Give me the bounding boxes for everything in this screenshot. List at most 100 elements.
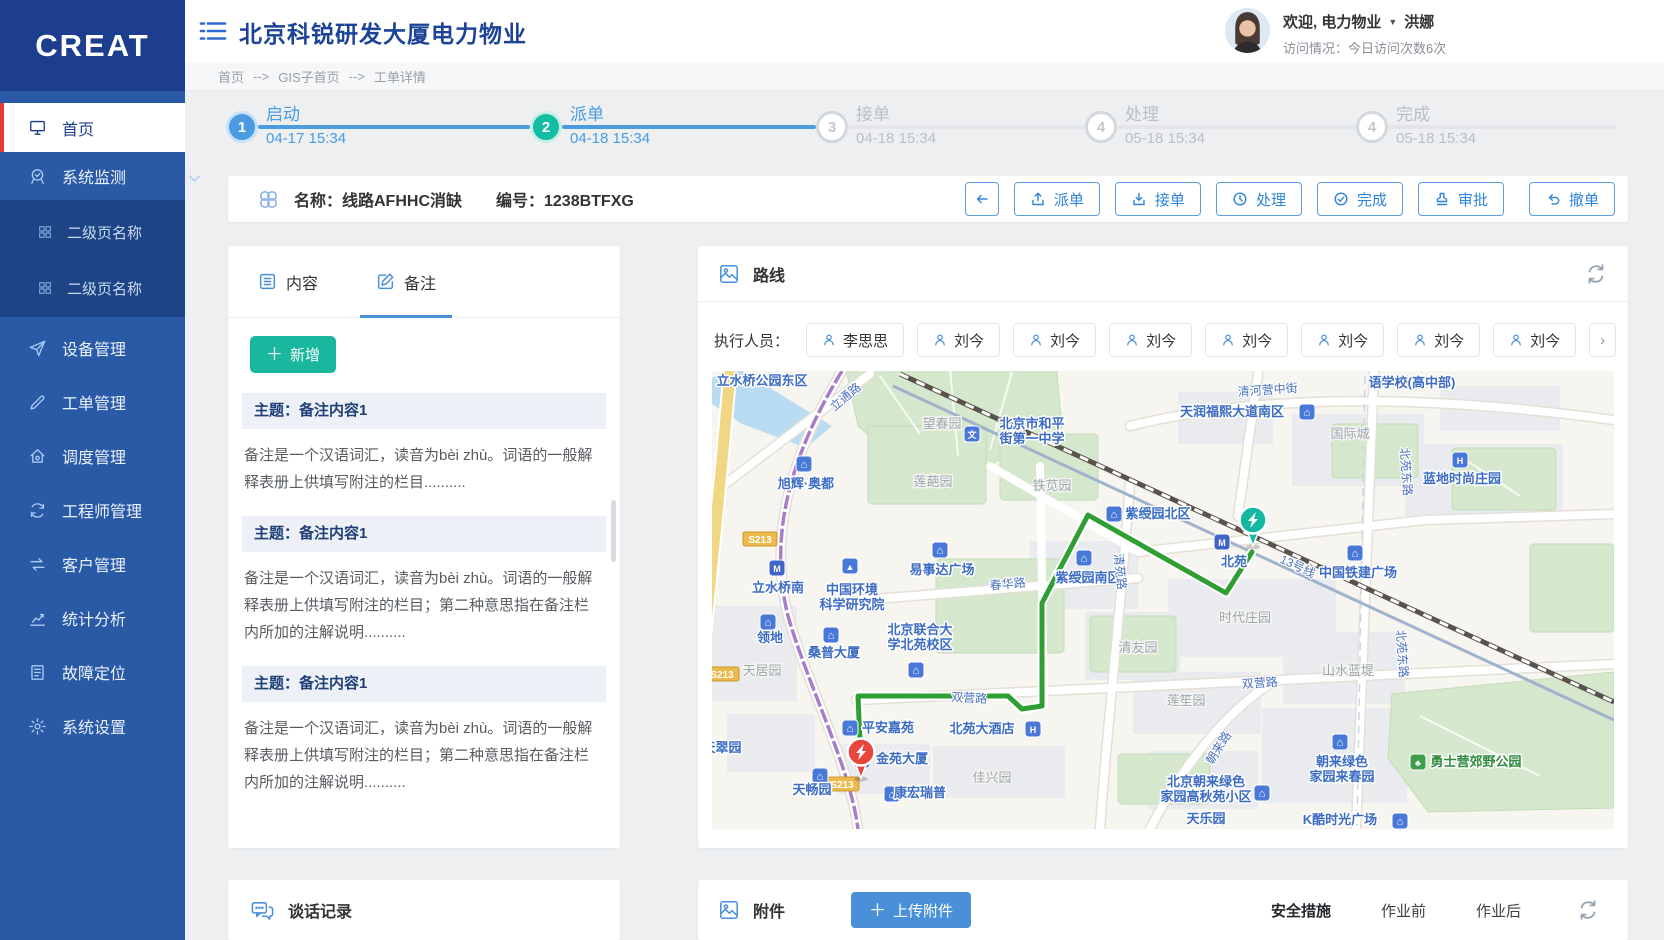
sidebar-item-engineer[interactable]: 工程师管理 xyxy=(0,488,185,532)
svg-text:桑普大厦: 桑普大厦 xyxy=(807,645,861,660)
note-topic: 主题：备注内容1 xyxy=(242,516,606,552)
step-circle-5: 4 xyxy=(1356,111,1388,143)
tab-remark[interactable]: 备注 xyxy=(376,246,436,317)
workorder-name: 名称：线路AFHHC消缺 xyxy=(294,187,462,211)
sidebar-item-fault[interactable]: 故障定位 xyxy=(0,650,185,694)
svg-text:S213: S213 xyxy=(830,780,854,791)
map-label: 春华路 xyxy=(989,574,1026,592)
svg-text:S213: S213 xyxy=(748,535,772,546)
route-title: 路线 xyxy=(753,262,785,286)
menu-toggle-icon[interactable] xyxy=(199,19,227,43)
svg-text:易事达广场: 易事达广场 xyxy=(909,562,974,577)
logo[interactable]: CREAT xyxy=(0,0,185,91)
sidebar-subitem[interactable]: 二级页名称 xyxy=(0,262,185,314)
breadcrumb-separator: --> xyxy=(253,69,269,84)
accept-button[interactable]: 接单 xyxy=(1115,182,1201,216)
breadcrumb-item[interactable]: 工单详情 xyxy=(374,67,426,86)
executor-chip[interactable]: 刘今 xyxy=(1109,323,1192,357)
chevron-down-icon[interactable]: ▼ xyxy=(1388,17,1397,27)
svg-text:S213: S213 xyxy=(712,670,734,681)
map-canvas[interactable]: S213S213S213立水桥公园东区立通路望春园文北京市和平街第一中学⌂旭辉·… xyxy=(712,371,1614,829)
refresh-icon[interactable] xyxy=(1584,262,1608,286)
note-body: 备注是一个汉语词汇，读音为bèi zhù。词语的一般解释表册上供填写附注的栏目.… xyxy=(244,442,600,496)
breadcrumb-item[interactable]: 首页 xyxy=(218,67,244,86)
sidebar-item-workorder[interactable]: 工单管理 xyxy=(0,380,185,424)
add-note-button[interactable]: ＋ 新增 xyxy=(250,336,336,373)
talk-record-card: 谈话记录 xyxy=(228,880,620,940)
executor-chip[interactable]: 刘今 xyxy=(917,323,1000,357)
map-label: 国际城 xyxy=(1330,426,1369,441)
executor-chip[interactable]: 刘今 xyxy=(1205,323,1288,357)
user-name: 洪娜 xyxy=(1404,11,1434,32)
avatar[interactable] xyxy=(1225,8,1270,53)
executor-chip[interactable]: 李思思 xyxy=(806,323,904,357)
tab-content[interactable]: 内容 xyxy=(258,246,318,317)
map-label: 立水桥公园东区 xyxy=(716,373,807,388)
map-label: 双营路 xyxy=(1241,674,1278,691)
approve-button[interactable]: 审批 xyxy=(1418,182,1504,216)
svg-text:双营路: 双营路 xyxy=(1241,674,1278,691)
workorder-header-card: 名称：线路AFHHC消缺 编号：1238BTFXG 派单接单处理完成审批撤单 xyxy=(228,176,1628,222)
sidebar-item-customer[interactable]: 客户管理 xyxy=(0,542,185,586)
executor-chip[interactable]: 刘今 xyxy=(1013,323,1096,357)
step-circle-2: 2 xyxy=(530,111,562,143)
sidebar-item-device[interactable]: 设备管理 xyxy=(0,326,185,370)
attachments-card: 附件 ＋ 上传附件 安全措施作业前作业后 xyxy=(698,880,1628,940)
workorder-actions: 派单接单处理完成审批撤单 xyxy=(965,182,1615,216)
notes-scrollbar[interactable] xyxy=(611,500,616,562)
svg-text:⌂: ⌂ xyxy=(847,723,854,735)
page-title: 北京科锐研发大厦电力物业 xyxy=(239,15,527,49)
map-label: ⌂康宏瑞普 xyxy=(884,785,946,802)
breadcrumb-separator: --> xyxy=(349,69,365,84)
sidebar-item-system-monitor[interactable]: 系统监测 xyxy=(0,152,185,200)
breadcrumb-item[interactable]: GIS子首页 xyxy=(278,67,339,86)
plus-icon: ＋ xyxy=(869,902,886,919)
svg-text:时代庄园: 时代庄园 xyxy=(1219,610,1271,625)
executor-chip[interactable]: 刘今 xyxy=(1301,323,1384,357)
svg-text:山水蓝堤: 山水蓝堤 xyxy=(1322,663,1374,678)
executor-chip[interactable]: 刘今 xyxy=(1493,323,1576,357)
map-label: 时代庄园 xyxy=(1219,610,1271,625)
sidebar-subitem[interactable]: 二级页名称 xyxy=(0,206,185,258)
sidebar-item-home[interactable]: 首页 xyxy=(0,103,185,152)
step-label: 接单 xyxy=(856,100,890,125)
process-button[interactable]: 处理 xyxy=(1216,182,1302,216)
attachment-tab[interactable]: 安全措施 xyxy=(1271,900,1331,921)
svg-text:双营路: 双营路 xyxy=(951,689,988,706)
attachment-tab[interactable]: 作业前 xyxy=(1381,900,1426,921)
complete-button[interactable]: 完成 xyxy=(1317,182,1403,216)
upload-attachment-button[interactable]: ＋ 上传附件 xyxy=(851,892,971,928)
svg-text:M: M xyxy=(1218,538,1226,548)
user-info[interactable]: 欢迎, 电力物业 ▼ 洪娜 访问情况：今日访问次数6次 xyxy=(1225,8,1446,57)
map-label: 双营路 xyxy=(951,689,988,706)
svg-text:望春园: 望春园 xyxy=(922,416,961,431)
refresh-icon[interactable] xyxy=(1576,898,1600,922)
step-date: 05-18 15:34 xyxy=(1125,130,1205,147)
svg-text:H: H xyxy=(1030,725,1037,735)
svg-text:⌂: ⌂ xyxy=(828,630,835,642)
step-label: 完成 xyxy=(1396,100,1430,125)
step-date: 04-18 15:34 xyxy=(856,130,936,147)
dispatch-button[interactable]: 派单 xyxy=(1014,182,1100,216)
revoke-button[interactable]: 撤单 xyxy=(1529,182,1615,216)
note-item: 主题：备注内容1备注是一个汉语词汇，读音为bèi zhù。词语的一般解释表册上供… xyxy=(228,666,620,796)
sidebar-item-dispatch[interactable]: 调度管理 xyxy=(0,434,185,478)
workorder-code: 编号：1238BTFXG xyxy=(496,187,634,211)
svg-text:⌂: ⌂ xyxy=(1352,548,1359,560)
svg-text:春华路: 春华路 xyxy=(989,574,1026,592)
back-button[interactable] xyxy=(965,182,999,216)
note-item: 主题：备注内容1备注是一个汉语词汇，读音为bèi zhù。词语的一般解释表册上供… xyxy=(228,393,620,496)
svg-text:紫绶园北区: 紫绶园北区 xyxy=(1125,506,1190,521)
header-icons: 5 ? 2017-08-13 星期二 xyxy=(1537,0,1664,62)
visit-info: 访问情况：今日访问次数6次 xyxy=(1283,38,1446,57)
svg-text:▲: ▲ xyxy=(846,562,855,572)
executors-more-button[interactable]: › xyxy=(1589,323,1616,357)
step-connector xyxy=(258,125,530,129)
executor-chip[interactable]: 刘今 xyxy=(1397,323,1480,357)
executors-row: 执行人员：李思思刘今刘今刘今刘今刘今刘今刘今› xyxy=(698,302,1628,357)
map-label: 莲葩园 xyxy=(913,474,952,489)
sidebar-item-settings[interactable]: 系统设置 xyxy=(0,704,185,748)
svg-text:⌂: ⌂ xyxy=(1397,816,1404,828)
attachment-tab[interactable]: 作业后 xyxy=(1476,900,1521,921)
sidebar-item-stats[interactable]: 统计分析 xyxy=(0,596,185,640)
